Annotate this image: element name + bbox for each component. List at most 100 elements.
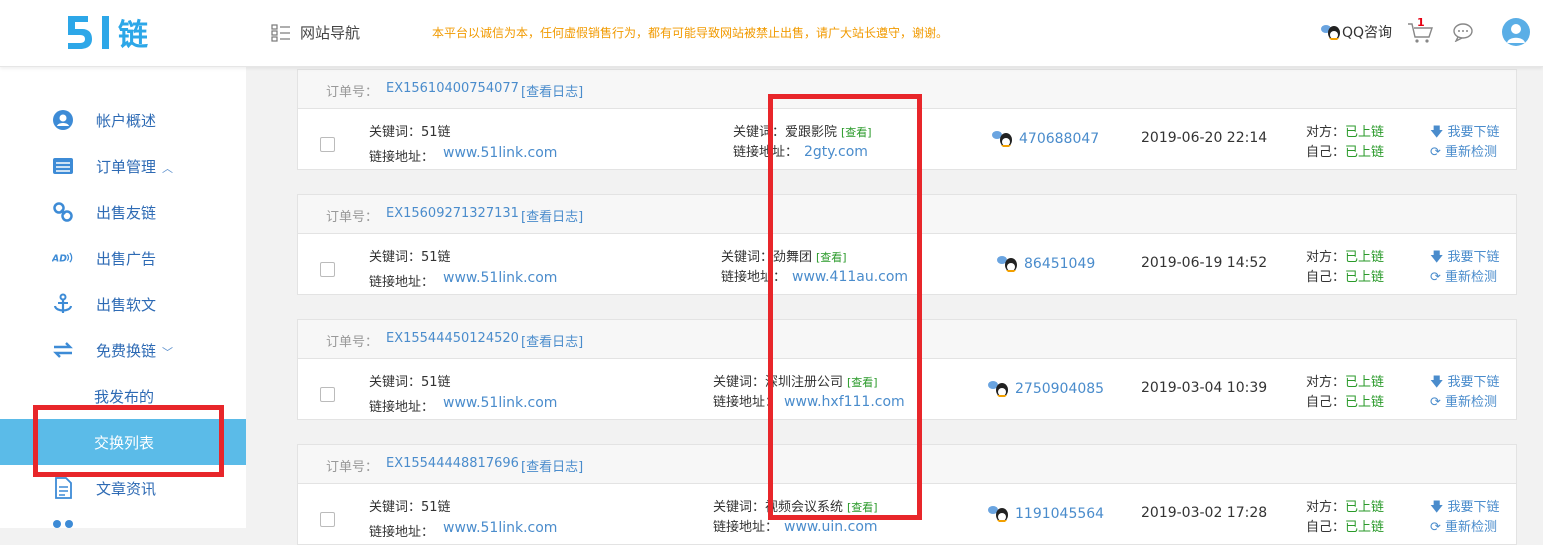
order-header: 订单号： EX15544448817696 [查看日志] bbox=[298, 445, 1516, 484]
view-log-link[interactable]: [查看日志] bbox=[521, 81, 583, 100]
chevron-up-icon: ︿ bbox=[162, 162, 174, 175]
view-partner-link[interactable]: [查看] bbox=[841, 126, 872, 139]
my-url-link[interactable]: www.51link.com bbox=[443, 395, 557, 411]
user-avatar-icon bbox=[1507, 24, 1525, 43]
partner-url-link[interactable]: 2gty.com bbox=[804, 144, 868, 160]
partner-keyword: 关键词：劲舞团 bbox=[721, 250, 813, 265]
remove-link-label: 我要下链 bbox=[1447, 250, 1500, 265]
order-card: 订单号： EX15544448817696 [查看日志] 关键词：51链 链接地… bbox=[297, 444, 1517, 545]
sidebar-item-account-overview[interactable]: 帐户概述 bbox=[0, 100, 246, 140]
view-log-link[interactable]: [查看日志] bbox=[521, 331, 583, 350]
view-log-link[interactable]: [查看日志] bbox=[521, 206, 583, 225]
view-log-link[interactable]: [查看日志] bbox=[521, 456, 583, 475]
order-checkbox[interactable] bbox=[320, 387, 335, 402]
order-number-link[interactable]: EX15610400754077 bbox=[386, 81, 519, 96]
order-number-link[interactable]: EX15609271327131 bbox=[386, 206, 519, 221]
site-logo[interactable]: 链 bbox=[66, 12, 158, 52]
sidebar-item-articles[interactable]: 文章资讯 bbox=[0, 468, 246, 508]
sidebar-item-label: 帐户概述 bbox=[96, 112, 157, 130]
my-url-label: 链接地址： bbox=[369, 400, 435, 415]
qq-icon bbox=[1321, 25, 1340, 40]
refresh-icon: ⟳ bbox=[1430, 270, 1441, 285]
sidebar-item-label: 出售友链 bbox=[96, 204, 157, 222]
qq-icon bbox=[992, 131, 1012, 147]
document-icon bbox=[55, 477, 72, 499]
partner-url-label: 链接地址： bbox=[721, 270, 787, 285]
chevron-down-icon: ﹀ bbox=[162, 346, 174, 359]
other-status-value: 已上链 bbox=[1345, 250, 1385, 265]
partner-keyword-row: 关键词：劲舞团 [查看] bbox=[721, 246, 847, 265]
partner-keyword-row: 关键词：爱跟影院 [查看] bbox=[733, 121, 872, 140]
user-avatar[interactable] bbox=[1502, 18, 1530, 46]
nav-label: 网站导航 bbox=[300, 24, 361, 42]
partner-url-link[interactable]: www.411au.com bbox=[792, 269, 908, 285]
partner-url-label: 链接地址： bbox=[713, 395, 779, 410]
other-status-label: 对方： bbox=[1306, 375, 1346, 390]
other-status: 对方：已上链 bbox=[1306, 246, 1384, 265]
list-icon bbox=[53, 158, 73, 174]
order-number-label: 订单号： bbox=[326, 210, 379, 225]
recheck-label: 重新检测 bbox=[1445, 395, 1498, 410]
sidebar-item-sell-links[interactable]: 出售友链 bbox=[0, 192, 246, 232]
remove-link-label: 我要下链 bbox=[1447, 500, 1500, 515]
partner-qq-link[interactable]: 470688047 bbox=[991, 130, 1099, 148]
partner-url-link[interactable]: www.uin.com bbox=[784, 519, 878, 535]
partner-url-link[interactable]: www.hxf111.com bbox=[784, 394, 905, 410]
view-partner-link[interactable]: [查看] bbox=[847, 376, 878, 389]
recheck-button[interactable]: ⟳ 重新检测 bbox=[1430, 391, 1497, 410]
recheck-button[interactable]: ⟳ 重新检测 bbox=[1430, 141, 1497, 160]
arrow-down-icon: 🡇 bbox=[1430, 250, 1444, 265]
qq-consult-link[interactable]: QQ咨询 bbox=[1320, 22, 1392, 42]
order-checkbox[interactable] bbox=[320, 512, 335, 527]
link-icon bbox=[53, 202, 73, 222]
order-checkbox[interactable] bbox=[320, 262, 335, 277]
order-header: 订单号： EX15544450124520 [查看日志] bbox=[298, 320, 1516, 359]
arrow-down-icon: 🡇 bbox=[1430, 375, 1444, 390]
other-status-label: 对方： bbox=[1306, 500, 1346, 515]
order-date: 2019-03-02 17:28 bbox=[1141, 505, 1268, 521]
other-status-value: 已上链 bbox=[1345, 500, 1385, 515]
sidebar-item-free-exchange[interactable]: 免费换链 ﹀ bbox=[0, 330, 246, 370]
my-url-link[interactable]: www.51link.com bbox=[443, 270, 557, 286]
other-status-value: 已上链 bbox=[1345, 375, 1385, 390]
qq-icon bbox=[988, 506, 1008, 522]
my-url-link[interactable]: www.51link.com bbox=[443, 520, 557, 536]
sidebar-item-label: 出售软文 bbox=[96, 296, 157, 314]
my-url-link[interactable]: www.51link.com bbox=[443, 145, 557, 161]
sidebar-item-sell-articles[interactable]: 出售软文 bbox=[0, 284, 246, 324]
partner-url-label: 链接地址： bbox=[733, 145, 799, 160]
sidebar-item-label: 免费换链 bbox=[96, 342, 157, 360]
sidebar-subitem-exchange-list[interactable]: 交换列表 bbox=[0, 419, 246, 465]
order-checkbox[interactable] bbox=[320, 137, 335, 152]
ad-icon: AD bbox=[52, 252, 73, 264]
recheck-button[interactable]: ⟳ 重新检测 bbox=[1430, 266, 1497, 285]
qq-icon bbox=[997, 256, 1017, 272]
notice-banner: 本平台以诚信为本，任何虚假销售行为，都有可能导致网站被禁止出售，请广大站长遵守，… bbox=[432, 26, 949, 40]
self-status: 自己：已上链 bbox=[1306, 141, 1384, 160]
order-number-link[interactable]: EX15544450124520 bbox=[386, 331, 519, 346]
view-partner-link[interactable]: [查看] bbox=[847, 501, 878, 514]
partner-keyword: 关键词：爱跟影院 bbox=[733, 125, 838, 140]
vertical-scrollbar[interactable] bbox=[1527, 67, 1543, 528]
sidebar-item-sell-ads[interactable]: AD 出售广告 bbox=[0, 238, 246, 278]
message-icon[interactable] bbox=[1452, 22, 1474, 42]
partner-qq-link[interactable]: 86451049 bbox=[996, 255, 1095, 273]
view-partner-link[interactable]: [查看] bbox=[816, 251, 847, 264]
arrow-down-icon: 🡇 bbox=[1430, 500, 1444, 515]
site-navigation-link[interactable]: 网站导航 bbox=[271, 22, 360, 43]
order-number-label: 订单号： bbox=[326, 335, 379, 350]
sidebar-item-order-management[interactable]: 订单管理 ︿ bbox=[0, 146, 246, 186]
cart-count-badge: 1 bbox=[1417, 16, 1425, 29]
recheck-button[interactable]: ⟳ 重新检测 bbox=[1430, 516, 1497, 535]
sidebar: 帐户概述 订单管理 ︿ 出售友链 AD 出售广告 出售软文 免费换链 ﹀ 我发布… bbox=[0, 67, 246, 528]
order-date: 2019-06-20 22:14 bbox=[1141, 130, 1268, 146]
qq-consult-label: QQ咨询 bbox=[1342, 25, 1393, 41]
remove-link-label: 我要下链 bbox=[1447, 125, 1500, 140]
partner-qq-link[interactable]: 2750904085 bbox=[987, 380, 1104, 398]
partner-qq-link[interactable]: 1191045564 bbox=[987, 505, 1104, 523]
menu-list-icon bbox=[271, 23, 290, 42]
anchor-icon bbox=[53, 293, 73, 313]
order-card: 订单号： EX15609271327131 [查看日志] 关键词：51链 链接地… bbox=[297, 194, 1517, 295]
order-number-link[interactable]: EX15544448817696 bbox=[386, 456, 519, 471]
sidebar-subitem-my-published[interactable]: 我发布的 bbox=[0, 373, 246, 419]
